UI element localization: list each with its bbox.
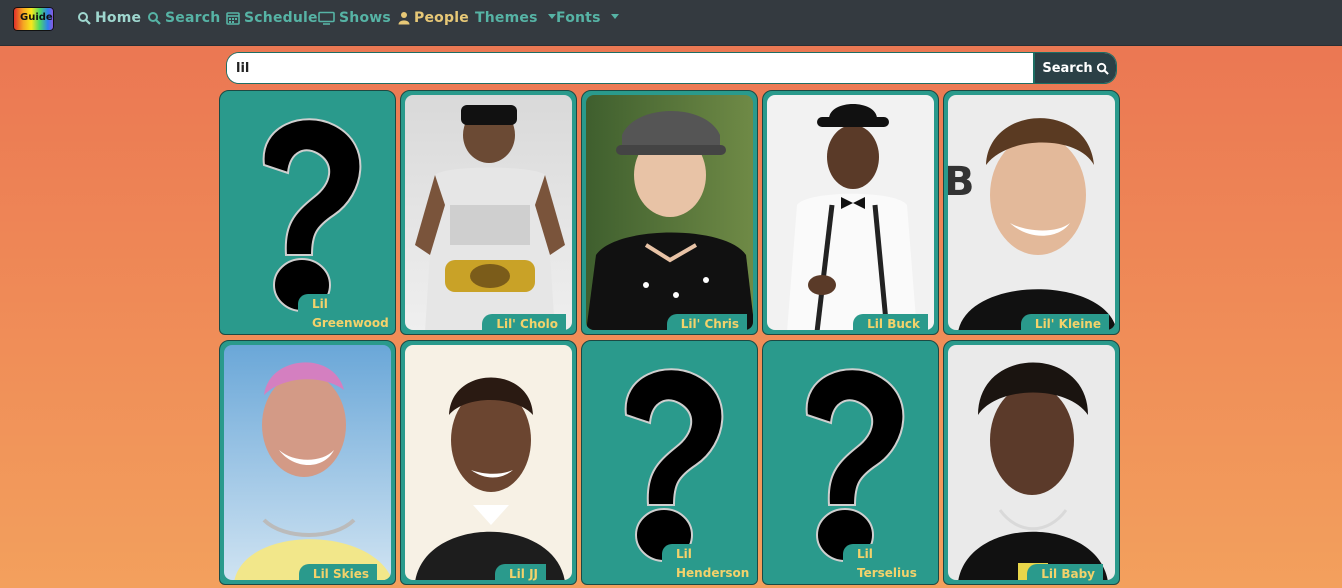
nav-home[interactable]: Home [77,10,141,26]
site-logo[interactable]: Guide [13,7,54,31]
nav-themes-dropdown[interactable]: Themes [475,10,556,26]
calendar-icon [226,12,240,25]
person-photo: B [948,95,1115,330]
nav-schedule[interactable]: Schedule [226,10,318,26]
person-name: Lil Skies [298,564,377,584]
person-name: Lil Terselius [843,544,938,584]
caret-down-icon [547,14,556,19]
nav-shows[interactable]: Shows [318,10,391,26]
person-card[interactable]: Lil JJ [400,340,577,585]
person-name: Lil Baby [1027,564,1103,584]
person-card[interactable]: B Lil' Kleine [943,90,1120,335]
caret-down-icon [610,14,619,19]
search-input[interactable] [227,53,1033,83]
person-photo [405,95,572,330]
person-photo [586,95,753,330]
person-name: Lil Henderson [662,544,757,584]
tv-icon [318,11,335,25]
nav-shows-label: Shows [339,10,391,26]
svg-text:B: B [948,159,975,205]
search-icon [148,12,161,25]
nav-schedule-label: Schedule [244,10,318,26]
nav-people[interactable]: People [398,10,469,26]
nav-search-label: Search [165,10,221,26]
nav-fonts-label: Fonts [556,10,601,26]
person-photo [948,345,1115,580]
search-button-label: Search [1042,60,1093,76]
person-card[interactable]: Lil Buck [762,90,939,335]
person-card[interactable]: Lil Skies [219,340,396,585]
top-navbar: Guide Home Search Schedule Shows People … [0,0,1342,46]
person-card[interactable]: Lil Baby [943,340,1120,585]
person-name: Lil Greenwood [298,294,390,334]
brand-text: Guide [20,12,53,23]
nav-home-label: Home [95,10,142,26]
user-icon [398,12,410,25]
person-name: Lil' Kleine [1020,314,1109,334]
person-name: Lil JJ [495,564,546,584]
search-icon [78,12,91,25]
person-photo [224,345,391,580]
person-card[interactable]: Lil Greenwood [219,90,396,335]
person-card[interactable]: Lil' Cholo [400,90,577,335]
person-photo [767,95,934,330]
person-photo [405,345,572,580]
nav-fonts-dropdown[interactable]: Fonts [556,10,619,26]
person-card[interactable]: Lil Terselius [762,340,939,585]
person-name: Lil' Cholo [482,314,566,334]
search-button[interactable]: Search [1033,53,1116,83]
person-name: Lil' Chris [666,314,747,334]
nav-search[interactable]: Search [147,10,220,26]
nav-people-label: People [414,10,469,26]
search-bar: Search [227,53,1116,83]
person-card[interactable]: Lil' Chris [581,90,758,335]
person-card[interactable]: Lil Henderson [581,340,758,585]
person-name: Lil Buck [853,314,928,334]
search-icon [1096,62,1109,75]
nav-themes-label: Themes [475,10,538,26]
